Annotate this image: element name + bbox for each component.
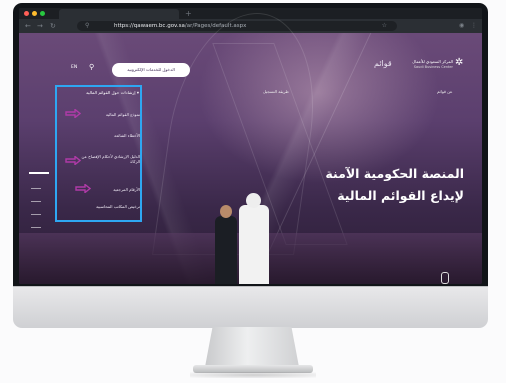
person-head bbox=[220, 205, 232, 218]
search-icon: ⚲ bbox=[85, 22, 90, 29]
slider-indicator[interactable] bbox=[31, 201, 41, 202]
pointer-arrow-icon bbox=[75, 184, 91, 193]
menu-item-template[interactable]: نموذج القوائم المالية bbox=[106, 112, 140, 117]
menu-item-accounting-licenses[interactable]: ترخيص المكاتب المحاسبية bbox=[96, 204, 140, 209]
reload-icon[interactable]: ↻ bbox=[50, 20, 56, 32]
pointer-arrow-icon bbox=[65, 156, 81, 165]
url-host: https://qawaem.bc.gov.sa bbox=[114, 23, 185, 29]
qawaem-logo[interactable]: قوائم bbox=[374, 59, 392, 69]
eservices-login-button[interactable]: الدخول للخدمات الإلكترونية bbox=[112, 63, 190, 77]
person-figure bbox=[239, 205, 269, 284]
monitor-chin bbox=[13, 286, 488, 328]
slider-indicator[interactable] bbox=[31, 227, 41, 228]
monitor-shadow bbox=[190, 372, 316, 378]
guidance-menu-title-label: إرشادات حول القوائم المالية bbox=[86, 90, 136, 95]
nav-registration[interactable]: طريقة التسجيل bbox=[263, 89, 289, 95]
guidance-menu-title[interactable]: إرشادات حول القوائم المالية ▾ bbox=[61, 89, 139, 96]
forward-arrow-icon[interactable]: → bbox=[37, 20, 43, 32]
minimize-window-button[interactable] bbox=[32, 11, 37, 16]
scroll-down-icon[interactable] bbox=[441, 272, 449, 284]
menu-item-common-errors[interactable]: الأخطاء الشائعة bbox=[114, 133, 140, 138]
slider-indicator-active[interactable] bbox=[29, 172, 49, 174]
slider-indicator[interactable] bbox=[31, 214, 41, 215]
menu-dots-icon[interactable]: ⋮ bbox=[471, 20, 477, 32]
menu-item-zakat-guide[interactable]: الدليل الإرشادي لأحكام الإفصاح عن الزكاة bbox=[78, 154, 140, 164]
star-icon[interactable]: ☆ bbox=[382, 21, 387, 31]
back-arrow-icon[interactable]: ← bbox=[25, 20, 31, 32]
menu-item-reference-numbers[interactable]: الأرقام المرجعية bbox=[113, 187, 140, 192]
new-tab-button[interactable]: + bbox=[185, 8, 192, 19]
hero-title-line2: لإيداع القوائم المالية bbox=[337, 188, 464, 203]
slider-indicator[interactable] bbox=[31, 188, 41, 189]
browser-tab[interactable] bbox=[59, 9, 179, 19]
monitor-frame: + ← → ↻ ⚲ https://qawaem.bc.gov.sa/ar/Pa… bbox=[13, 3, 488, 328]
search-icon[interactable]: ⚲ bbox=[89, 62, 94, 72]
language-toggle[interactable]: EN bbox=[71, 64, 77, 72]
monitor-bezel: + ← → ↻ ⚲ https://qawaem.bc.gov.sa/ar/Pa… bbox=[13, 3, 488, 286]
person-figure bbox=[215, 216, 237, 284]
maximize-window-button[interactable] bbox=[40, 11, 45, 16]
monitor-screen: + ← → ↻ ⚲ https://qawaem.bc.gov.sa/ar/Pa… bbox=[19, 8, 482, 284]
sbc-logo-arabic: المركز السعودي للأعمال bbox=[412, 59, 453, 64]
close-window-button[interactable] bbox=[24, 11, 29, 16]
nav-about[interactable]: عن قوائم bbox=[437, 89, 453, 95]
sbc-emblem-icon: ✲ bbox=[455, 57, 464, 68]
hero-title-line1: المنصة الحكومية الآمنة bbox=[325, 166, 464, 181]
profile-icon[interactable]: ◉ bbox=[459, 20, 464, 32]
sbc-logo-english: Saudi Business Center bbox=[413, 65, 453, 69]
web-page: ✲ المركز السعودي للأعمال Saudi Business … bbox=[19, 13, 482, 284]
monitor-stand-neck bbox=[205, 327, 299, 367]
pointer-arrow-icon bbox=[65, 109, 81, 118]
sbc-logo[interactable]: ✲ المركز السعودي للأعمال Saudi Business … bbox=[412, 55, 465, 75]
